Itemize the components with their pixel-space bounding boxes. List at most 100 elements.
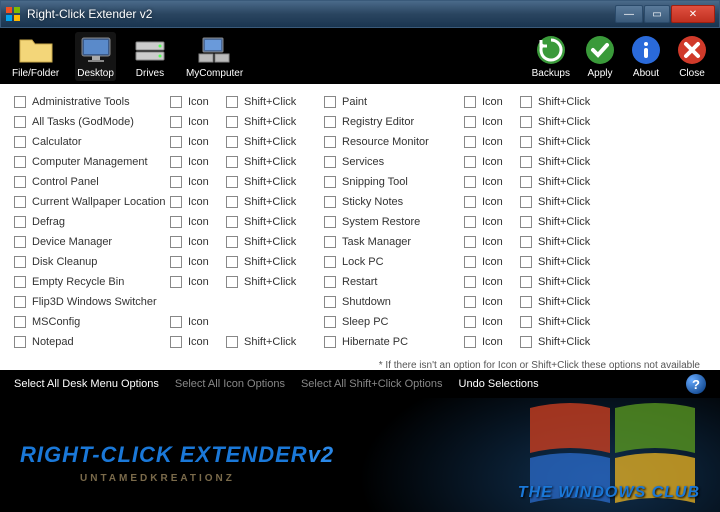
undo-selections[interactable]: Undo Selections	[459, 378, 539, 390]
option-checkbox[interactable]	[14, 216, 26, 228]
select-all-shift[interactable]: Select All Shift+Click Options	[301, 378, 443, 390]
icon-checkbox[interactable]	[464, 336, 476, 348]
icon-checkbox[interactable]	[464, 156, 476, 168]
option-checkbox[interactable]	[324, 216, 336, 228]
shift-checkbox[interactable]	[520, 256, 532, 268]
option-checkbox[interactable]	[14, 196, 26, 208]
option-checkbox[interactable]	[14, 296, 26, 308]
shift-checkbox[interactable]	[520, 216, 532, 228]
icon-checkbox[interactable]	[170, 336, 182, 348]
select-all-desk[interactable]: Select All Desk Menu Options	[14, 378, 159, 390]
option-checkbox[interactable]	[14, 236, 26, 248]
icon-checkbox[interactable]	[170, 256, 182, 268]
backups-button[interactable]: Backups	[532, 34, 570, 79]
icon-checkbox[interactable]	[464, 176, 476, 188]
option-checkbox[interactable]	[324, 296, 336, 308]
option-label: Snipping Tool	[342, 176, 408, 188]
icon-checkbox[interactable]	[464, 236, 476, 248]
shift-cell: Shift+Click	[520, 332, 600, 352]
icon-checkbox[interactable]	[464, 316, 476, 328]
option-row: Resource Monitor	[324, 132, 464, 152]
shift-checkbox[interactable]	[520, 116, 532, 128]
close-button[interactable]: Close	[676, 34, 708, 79]
apply-button[interactable]: Apply	[584, 34, 616, 79]
tab-filefolder[interactable]: File/Folder	[12, 34, 59, 79]
select-all-icon[interactable]: Select All Icon Options	[175, 378, 285, 390]
icon-checkbox[interactable]	[170, 276, 182, 288]
tab-desktop[interactable]: Desktop	[75, 32, 116, 81]
option-checkbox[interactable]	[324, 336, 336, 348]
icon-checkbox[interactable]	[170, 216, 182, 228]
icon-checkbox[interactable]	[464, 116, 476, 128]
icon-checkbox[interactable]	[464, 276, 476, 288]
icon-checkbox[interactable]	[170, 236, 182, 248]
option-checkbox[interactable]	[324, 176, 336, 188]
icon-checkbox[interactable]	[464, 216, 476, 228]
shift-checkbox[interactable]	[226, 156, 238, 168]
shift-checkbox[interactable]	[520, 296, 532, 308]
option-checkbox[interactable]	[324, 116, 336, 128]
backups-icon	[535, 34, 567, 66]
icon-checkbox[interactable]	[170, 196, 182, 208]
option-label: Services	[342, 156, 384, 168]
icon-checkbox[interactable]	[464, 136, 476, 148]
shift-checkbox[interactable]	[520, 276, 532, 288]
shift-checkbox[interactable]	[226, 176, 238, 188]
about-button[interactable]: About	[630, 34, 662, 79]
shift-checkbox[interactable]	[226, 96, 238, 108]
icon-checkbox[interactable]	[464, 256, 476, 268]
shift-checkbox[interactable]	[520, 176, 532, 188]
option-checkbox[interactable]	[324, 156, 336, 168]
shift-checkbox[interactable]	[520, 196, 532, 208]
option-checkbox[interactable]	[324, 316, 336, 328]
tab-mycomputer[interactable]: MyComputer	[186, 34, 243, 79]
maximize-button[interactable]: ▭	[644, 5, 670, 23]
icon-checkbox[interactable]	[170, 176, 182, 188]
help-button[interactable]: ?	[686, 374, 706, 394]
option-checkbox[interactable]	[14, 276, 26, 288]
option-checkbox[interactable]	[324, 236, 336, 248]
icon-cell: Icon	[464, 312, 520, 332]
shift-checkbox[interactable]	[520, 136, 532, 148]
option-checkbox[interactable]	[324, 136, 336, 148]
shift-checkbox[interactable]	[520, 316, 532, 328]
shift-checkbox[interactable]	[226, 336, 238, 348]
shift-checkbox[interactable]	[520, 156, 532, 168]
option-checkbox[interactable]	[14, 136, 26, 148]
shift-checkbox[interactable]	[226, 136, 238, 148]
icon-checkbox[interactable]	[464, 196, 476, 208]
shift-checkbox[interactable]	[520, 96, 532, 108]
option-checkbox[interactable]	[324, 276, 336, 288]
shift-checkbox[interactable]	[226, 196, 238, 208]
icon-checkbox[interactable]	[464, 96, 476, 108]
option-label: Sleep PC	[342, 316, 388, 328]
icon-checkbox[interactable]	[170, 316, 182, 328]
icon-checkbox[interactable]	[170, 136, 182, 148]
shift-checkbox[interactable]	[226, 256, 238, 268]
option-checkbox[interactable]	[14, 336, 26, 348]
option-checkbox[interactable]	[14, 96, 26, 108]
option-checkbox[interactable]	[324, 96, 336, 108]
option-checkbox[interactable]	[14, 176, 26, 188]
tab-drives[interactable]: Drives	[132, 34, 168, 79]
icon-checkbox[interactable]	[170, 116, 182, 128]
icon-checkbox[interactable]	[170, 156, 182, 168]
shift-checkbox[interactable]	[226, 276, 238, 288]
shift-checkbox[interactable]	[226, 236, 238, 248]
option-label: Disk Cleanup	[32, 256, 97, 268]
window-close-button[interactable]: ✕	[671, 5, 715, 23]
option-label: Paint	[342, 96, 367, 108]
icon-checkbox[interactable]	[464, 296, 476, 308]
shift-checkbox[interactable]	[520, 236, 532, 248]
option-checkbox[interactable]	[14, 256, 26, 268]
option-checkbox[interactable]	[324, 256, 336, 268]
icon-checkbox[interactable]	[170, 96, 182, 108]
option-checkbox[interactable]	[14, 116, 26, 128]
option-checkbox[interactable]	[14, 156, 26, 168]
minimize-button[interactable]: —	[615, 5, 643, 23]
shift-checkbox[interactable]	[226, 216, 238, 228]
shift-checkbox[interactable]	[226, 116, 238, 128]
option-checkbox[interactable]	[324, 196, 336, 208]
shift-checkbox[interactable]	[520, 336, 532, 348]
option-checkbox[interactable]	[14, 316, 26, 328]
